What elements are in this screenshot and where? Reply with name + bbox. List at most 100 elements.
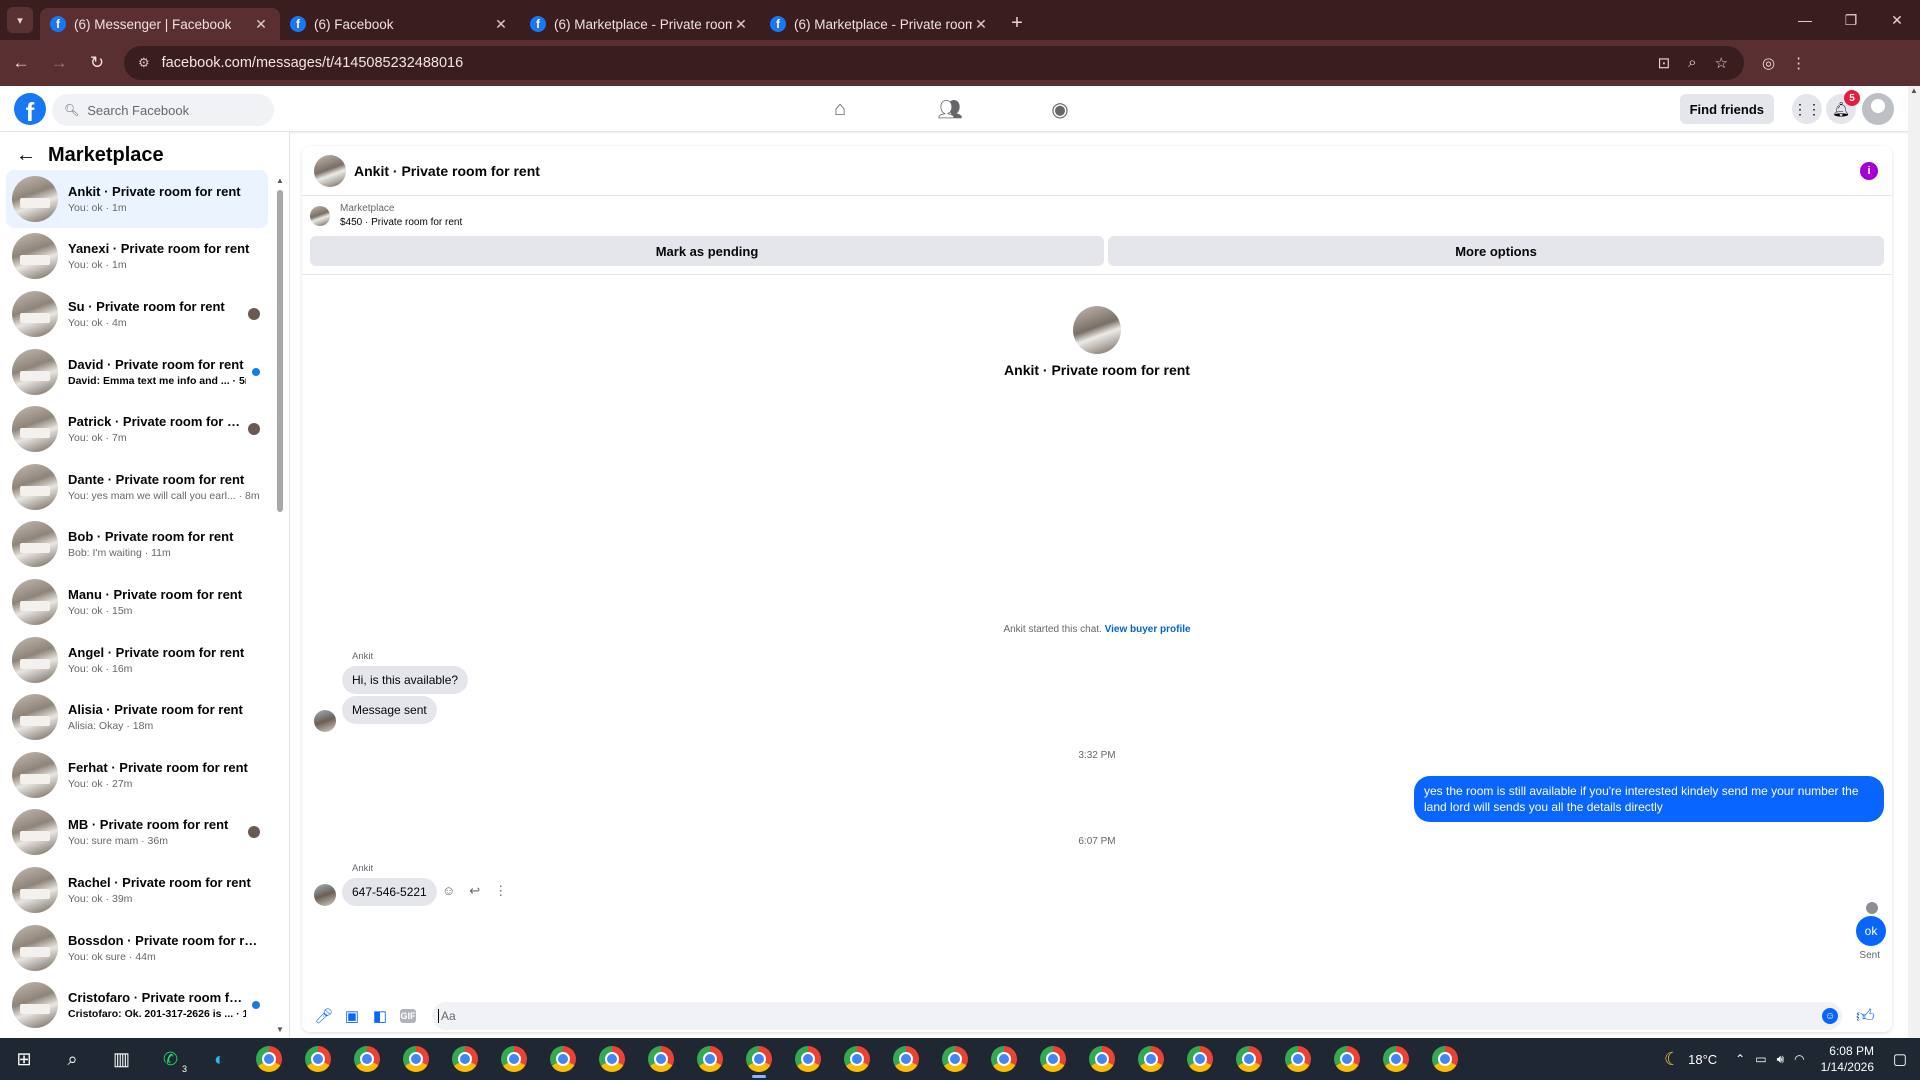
taskbar-clock[interactable]: 6:08 PM 1/14/2026 [1821,1043,1874,1075]
browser-menu-icon[interactable]: ⋮ [1791,54,1806,72]
tab-close-icon[interactable]: ✕ [732,16,750,33]
conversation-item[interactable]: Yanexi · Private room for rent You: ok · … [6,228,268,286]
incoming-message[interactable]: Message sent [342,696,437,724]
chat-avatar[interactable] [314,154,346,187]
info-icon[interactable]: i [1860,162,1878,180]
forward-arrow-icon[interactable]: → [42,46,76,80]
chrome-taskbar-icon[interactable] [930,1038,979,1080]
incoming-message[interactable]: 647-546-5221 [342,878,437,906]
scroll-up-arrow-icon[interactable]: ▲ [1908,86,1920,95]
zoom-icon[interactable]: ⌕ [1688,54,1696,72]
chrome-taskbar-icon[interactable] [783,1038,832,1080]
sender-avatar[interactable] [314,710,336,732]
chat-title[interactable]: Ankit · Private room for rent [354,163,540,179]
chrome-taskbar-icon[interactable] [1028,1038,1077,1080]
task-view-icon[interactable]: ▥ [97,1038,146,1080]
tab-close-icon[interactable]: ✕ [252,16,270,33]
conversation-item[interactable]: Cristofaro · Private room for r... Cristo… [6,976,268,1034]
conversation-item[interactable]: Ankit · Private room for rent You: ok · 1… [6,170,268,228]
sender-avatar[interactable] [314,884,336,906]
more-actions-icon[interactable]: ⋮ [494,883,507,899]
chrome-taskbar-icon[interactable] [734,1038,783,1080]
browser-tab-3[interactable]: f (6) Marketplace - Private room ✕ [520,8,760,40]
notification-center-icon[interactable]: ▢ [1888,1050,1912,1068]
scroll-down-arrow-icon[interactable]: ▼ [276,1025,284,1034]
chrome-taskbar-icon[interactable] [1420,1038,1469,1080]
chrome-taskbar-icon[interactable] [636,1038,685,1080]
site-info-icon[interactable]: ⚙ [138,55,150,71]
conversation-item[interactable]: Dante · Private room for rent You: yes ma… [6,458,268,516]
view-buyer-profile-link[interactable]: View buyer profile [1105,624,1191,635]
battery-icon[interactable]: ▭ [1755,1052,1766,1067]
conversation-item[interactable]: Manu · Private room for rent You: ok · 15… [6,573,268,631]
outgoing-message[interactable]: yes the room is still available if you'r… [1414,776,1884,822]
tab-close-icon[interactable]: ✕ [972,16,990,33]
bookmark-star-icon[interactable]: ☆ [1715,54,1728,72]
message-input[interactable]: Aa ☺ [432,1002,1842,1030]
reload-icon[interactable]: ↻ [80,46,114,80]
close-window-icon[interactable]: ✕ [1874,0,1920,40]
chrome-taskbar-icon[interactable] [244,1038,293,1080]
edge-icon[interactable]: ◐ [195,1038,244,1080]
chrome-taskbar-icon[interactable] [685,1038,734,1080]
restore-icon[interactable]: ❐ [1828,0,1874,40]
thumbs-up-icon[interactable]: 👍︎ [1856,1005,1875,1027]
browser-tab-4[interactable]: f (6) Marketplace - Private room ✕ [760,8,1000,40]
outgoing-message[interactable]: ok [1856,916,1886,946]
facebook-logo-icon[interactable]: f [14,93,46,125]
react-emoji-icon[interactable]: ☺ [442,883,455,899]
chrome-taskbar-icon[interactable] [1077,1038,1126,1080]
chrome-taskbar-icon[interactable] [293,1038,342,1080]
profile-icon[interactable]: ◎ [1762,54,1775,72]
tab-search-button[interactable]: ▾ [0,0,40,40]
find-friends-button[interactable]: Find friends [1679,94,1774,124]
page-scrollbar[interactable]: ▲ [1908,86,1920,1038]
taskbar-search-icon[interactable]: ⌕ [48,1038,97,1080]
whatsapp-icon[interactable]: ✆ 3 [146,1038,195,1080]
install-app-icon[interactable]: ⊡ [1658,54,1671,72]
scrollbar-thumb[interactable] [277,190,283,512]
home-icon[interactable]: ⌂ [820,98,860,121]
chrome-taskbar-icon[interactable] [1126,1038,1175,1080]
back-arrow-icon[interactable]: ← [4,46,38,80]
chrome-taskbar-icon[interactable] [440,1038,489,1080]
groups-icon[interactable]: ◉ [1040,97,1080,122]
more-options-button[interactable]: More options [1108,236,1884,266]
chrome-taskbar-icon[interactable] [489,1038,538,1080]
conversation-item[interactable]: Rachel · Private room for rent You: ok · … [6,861,268,919]
listing-summary[interactable]: Marketplace $450 · Private room for rent [310,202,462,230]
conversation-item[interactable]: MB · Private room for rent You: sure mam … [6,804,268,862]
conversation-item[interactable]: Bossdon · Private room for rent You: ok s… [6,919,268,977]
microphone-icon[interactable]: 🎤︎ [310,1007,338,1025]
chrome-taskbar-icon[interactable] [1175,1038,1224,1080]
mark-as-pending-button[interactable]: Mark as pending [310,236,1104,266]
conversation-item[interactable]: Alisia · Private room for rent Alisia: Ok… [6,688,268,746]
minimize-icon[interactable]: — [1782,0,1828,40]
chrome-taskbar-icon[interactable] [587,1038,636,1080]
friends-icon[interactable]: 👥︎ [930,97,970,122]
weather-widget[interactable]: ☾ 18°C [1664,1049,1717,1070]
conversation-item[interactable]: David · Private room for rent David: Emma… [6,343,268,401]
sticker-icon[interactable]: ◧ [366,1007,394,1025]
search-input[interactable]: 🔍︎ Search Facebook [52,94,274,126]
notifications-bell-icon[interactable]: 🔔︎ 5 [1826,90,1860,124]
conversation-item[interactable]: Patrick · Private room for rent You: ok ·… [6,400,268,458]
browser-tab-2[interactable]: f (6) Facebook ✕ [280,8,520,40]
browser-tab-1[interactable]: f (6) Messenger | Facebook ✕ [40,8,280,40]
volume-icon[interactable]: 🔊︎ [1777,1052,1785,1067]
tab-close-icon[interactable]: ✕ [492,16,510,33]
new-tab-plus-icon[interactable]: + [1000,12,1034,35]
conversation-item[interactable]: Angel · Private room for rent You: ok · 1… [6,631,268,689]
chrome-taskbar-icon[interactable] [979,1038,1028,1080]
chrome-taskbar-icon[interactable] [342,1038,391,1080]
chrome-taskbar-icon[interactable] [391,1038,440,1080]
chrome-taskbar-icon[interactable] [1273,1038,1322,1080]
menu-grid-icon[interactable]: ⋮⋮ [1792,94,1822,124]
back-arrow-icon[interactable]: ← [16,144,36,167]
scroll-up-arrow-icon[interactable]: ▲ [276,176,284,185]
gif-icon[interactable]: GIF [400,1009,416,1023]
account-avatar[interactable] [1862,93,1894,125]
wifi-icon[interactable]: ◠ [1794,1052,1804,1067]
conversation-item[interactable]: Ferhat · Private room for rent You: ok · … [6,746,268,804]
chrome-taskbar-icon[interactable] [881,1038,930,1080]
